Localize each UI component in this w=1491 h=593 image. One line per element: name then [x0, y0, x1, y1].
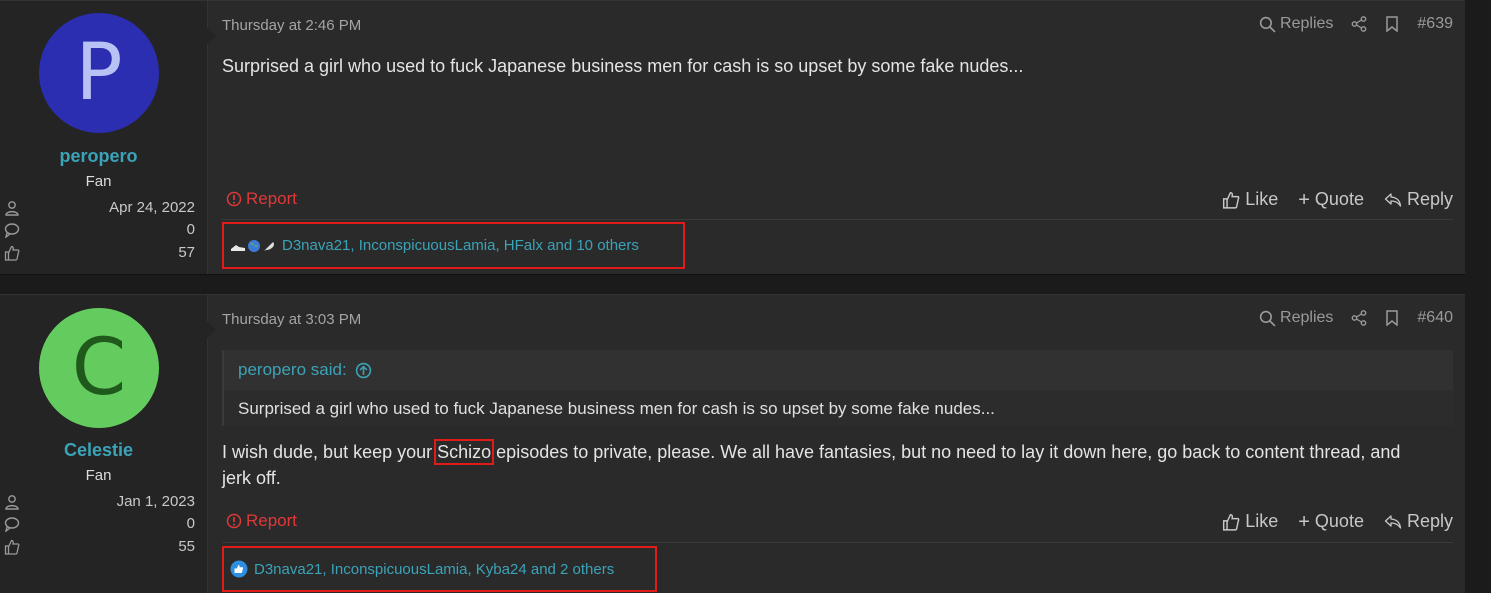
- stat-joined: Jan 1, 2023: [0, 492, 197, 514]
- arrow-up-circle-icon[interactable]: [355, 362, 372, 379]
- reaction-emoji-icons: [230, 239, 276, 253]
- post-number-link[interactable]: #639: [1417, 15, 1453, 33]
- reactions-bar[interactable]: D3nava21, InconspicuousLamia, Kyba24 and…: [222, 546, 657, 592]
- reply-button[interactable]: Reply: [1384, 511, 1453, 532]
- share-icon[interactable]: [1351, 310, 1367, 326]
- quote-header[interactable]: peropero said:: [238, 360, 372, 380]
- messages-count: 0: [186, 515, 195, 532]
- joined-date: Apr 24, 2022: [109, 199, 195, 216]
- user-title: Fan: [85, 173, 112, 190]
- search-icon: [1259, 16, 1276, 33]
- post-639: P peropero Fan Apr 24, 2022 0 57 Thursda…: [0, 0, 1465, 275]
- like-label: Like: [1245, 511, 1279, 531]
- bookmark-icon[interactable]: [1385, 310, 1399, 326]
- share-icon[interactable]: [1351, 16, 1367, 32]
- joined-date: Jan 1, 2023: [116, 493, 195, 510]
- divider: [222, 219, 1453, 220]
- user-panel: C Celestie Fan Jan 1, 2023 0 55: [0, 295, 216, 593]
- page-margin: [1465, 0, 1491, 592]
- username-link[interactable]: Celestie: [0, 440, 197, 461]
- quote-label: Quote: [1314, 511, 1364, 531]
- reply-label: Reply: [1406, 189, 1453, 209]
- quote-label: Quote: [1314, 189, 1364, 209]
- replies-label: Replies: [1280, 309, 1334, 326]
- post-date[interactable]: Thursday at 3:03 PM: [222, 311, 361, 328]
- stat-reactions: 55: [0, 537, 197, 559]
- replies-button[interactable]: Replies: [1259, 309, 1333, 327]
- globe-emoji-icon: [248, 239, 260, 252]
- reaction-score: 57: [178, 244, 195, 261]
- reply-arrow-icon: [1384, 192, 1402, 207]
- shoe-icon: [231, 244, 245, 251]
- quote-content: Surprised a girl who used to fuck Japane…: [224, 390, 1453, 426]
- reactions-list[interactable]: D3nava21, InconspicuousLamia, HFalx and …: [282, 237, 639, 254]
- search-icon: [1259, 310, 1276, 327]
- quote-button[interactable]: + Quote: [1298, 189, 1364, 210]
- post-640: C Celestie Fan Jan 1, 2023 0 55 Thursday…: [0, 294, 1465, 593]
- body-text-line2: jerk off.: [222, 468, 281, 488]
- reply-label: Reply: [1406, 511, 1453, 531]
- replies-button[interactable]: Replies: [1259, 15, 1333, 33]
- user-panel: P peropero Fan Apr 24, 2022 0 57: [0, 1, 216, 274]
- post-date[interactable]: Thursday at 2:46 PM: [222, 17, 361, 34]
- reply-button[interactable]: Reply: [1384, 189, 1453, 210]
- report-label: Report: [246, 511, 298, 530]
- user-icon: [5, 495, 19, 510]
- comment-icon: [4, 517, 20, 532]
- post-body: Surprised a girl who used to fuck Japane…: [222, 56, 1024, 76]
- report-label: Report: [246, 189, 298, 208]
- reply-arrow-icon: [1384, 514, 1402, 529]
- alert-circle-icon: [226, 513, 242, 529]
- report-button[interactable]: Report: [226, 189, 297, 209]
- alert-circle-icon: [226, 191, 242, 207]
- plus-icon: +: [1298, 188, 1310, 211]
- post-buttons: Like + Quote Reply: [1222, 511, 1453, 532]
- divider: [222, 542, 1453, 543]
- quote-author[interactable]: peropero said:: [238, 360, 347, 380]
- comment-icon: [4, 223, 20, 238]
- stat-joined: Apr 24, 2022: [0, 198, 197, 220]
- stat-messages: 0: [0, 514, 197, 536]
- thumbs-up-icon: [1223, 191, 1240, 209]
- post-body: I wish dude, but keep your Schizo episod…: [222, 439, 1451, 491]
- thumbs-up-icon: [4, 245, 20, 261]
- user-icon: [5, 201, 19, 216]
- thumbs-up-icon: [1223, 513, 1240, 531]
- post-main: Thursday at 3:03 PM Replies #640 peroper…: [208, 295, 1465, 593]
- replies-label: Replies: [1280, 15, 1334, 32]
- body-text-end: episodes to private, please. We all have…: [491, 442, 1401, 462]
- like-button[interactable]: Like: [1222, 189, 1278, 210]
- like-button[interactable]: Like: [1222, 511, 1278, 532]
- post-main: Thursday at 2:46 PM Replies #639 Surpris…: [208, 1, 1465, 274]
- plus-icon: +: [1298, 510, 1310, 533]
- messages-count: 0: [186, 221, 195, 238]
- report-button[interactable]: Report: [226, 511, 297, 531]
- feather-icon: [264, 241, 274, 251]
- reactions-bar[interactable]: D3nava21, InconspicuousLamia, HFalx and …: [222, 222, 685, 269]
- like-reaction-icon: [230, 560, 248, 578]
- stat-messages: 0: [0, 220, 197, 242]
- post-actions: Replies #640: [1259, 309, 1453, 327]
- post-number-link[interactable]: #640: [1417, 309, 1453, 327]
- reactions-list[interactable]: D3nava21, InconspicuousLamia, Kyba24 and…: [254, 561, 614, 578]
- thumbs-up-icon: [4, 539, 20, 555]
- post-buttons: Like + Quote Reply: [1222, 189, 1453, 210]
- stat-reactions: 57: [0, 243, 197, 265]
- reaction-score: 55: [178, 538, 195, 555]
- quote-block: peropero said: Surprised a girl who used…: [222, 350, 1453, 426]
- avatar[interactable]: P: [39, 13, 159, 133]
- user-title: Fan: [85, 467, 112, 484]
- username-link[interactable]: peropero: [0, 146, 197, 167]
- highlighted-word: Schizo: [434, 439, 495, 465]
- quote-text: Surprised a girl who used to fuck Japane…: [238, 399, 995, 418]
- body-text-start: I wish dude, but keep your: [222, 442, 438, 462]
- post-actions: Replies #639: [1259, 15, 1453, 33]
- quote-button[interactable]: + Quote: [1298, 511, 1364, 532]
- like-label: Like: [1245, 189, 1279, 209]
- avatar[interactable]: C: [39, 308, 159, 428]
- bookmark-icon[interactable]: [1385, 16, 1399, 32]
